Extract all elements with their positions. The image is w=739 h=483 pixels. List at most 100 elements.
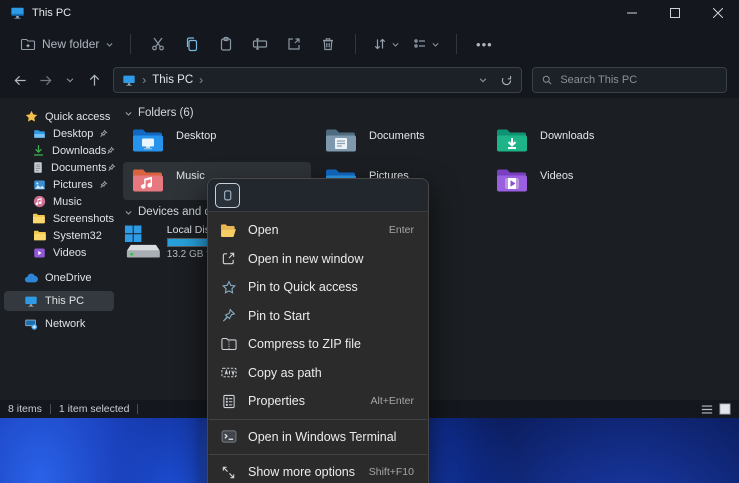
items-count: 8 items (8, 403, 42, 415)
folders-section-header[interactable]: Folders (6) (124, 107, 194, 119)
context-menu-list: Open Enter Open in new window Pin to Qui… (208, 212, 428, 483)
pin-icon (99, 129, 108, 138)
new-folder-button[interactable]: New folder (14, 32, 120, 56)
folder-tile-documents[interactable]: Documents (319, 122, 504, 160)
videos-icon (32, 246, 46, 260)
toolbar-divider (355, 34, 356, 54)
toolbar-divider (456, 34, 457, 54)
context-menu: Open Enter Open in new window Pin to Qui… (207, 178, 429, 483)
star-icon (24, 110, 38, 124)
copy-path-icon (220, 364, 237, 381)
pin-icon (99, 180, 108, 189)
menu-separator (209, 454, 427, 455)
tile-label: Music (176, 170, 205, 182)
sidebar-item-network[interactable]: Network (4, 314, 114, 334)
tile-label: Videos (540, 170, 573, 182)
open-folder-icon (220, 222, 237, 239)
recent-locations-button[interactable] (58, 67, 83, 93)
sidebar-item-label: Videos (53, 247, 86, 259)
local-disk-icon (123, 224, 162, 260)
sidebar-item-videos[interactable]: Videos (4, 244, 114, 261)
sidebar-item-label: Music (53, 196, 82, 208)
menu-item-compress-to-zip[interactable]: Compress to ZIP file (208, 330, 428, 359)
new-folder-icon (20, 36, 36, 52)
menu-item-label: Properties (248, 394, 305, 408)
sidebar-item-onedrive[interactable]: OneDrive (4, 268, 114, 288)
share-button[interactable] (277, 30, 311, 58)
more-options-button[interactable]: ••• (467, 30, 501, 58)
zip-icon (220, 336, 237, 353)
menu-item-open-in-windows-terminal[interactable]: Open in Windows Terminal (208, 423, 428, 452)
details-view-icon[interactable] (701, 404, 713, 415)
sidebar-item-pictures[interactable]: Pictures (4, 176, 114, 193)
back-button[interactable] (8, 67, 33, 93)
breadcrumb-item[interactable]: This PC (152, 74, 193, 86)
close-button[interactable] (696, 0, 739, 26)
window-title: This PC (32, 7, 71, 19)
sidebar-item-desktop[interactable]: Desktop (4, 125, 114, 142)
properties-icon (220, 393, 237, 410)
new-folder-label: New folder (42, 37, 99, 51)
forward-button[interactable] (33, 67, 58, 93)
folder-tile-desktop[interactable]: Desktop (126, 122, 311, 160)
sidebar-item-documents[interactable]: Documents (4, 159, 114, 176)
pin-icon (106, 146, 115, 155)
menu-item-copy-as-path[interactable]: Copy as path (208, 359, 428, 388)
command-toolbar: New folder (0, 26, 739, 62)
search-input[interactable] (560, 74, 718, 86)
view-button[interactable] (406, 30, 446, 58)
downloads-icon (32, 144, 45, 158)
toolbar-divider (130, 34, 131, 54)
sidebar-item-downloads[interactable]: Downloads (4, 142, 114, 159)
breadcrumb[interactable]: › This PC › (113, 67, 522, 93)
search-box[interactable] (532, 67, 727, 93)
folder-tile-downloads[interactable]: Downloads (490, 122, 675, 160)
minimize-button[interactable] (610, 0, 653, 26)
sidebar-item-label: Quick access (45, 111, 110, 123)
rename-button[interactable] (243, 30, 277, 58)
folder-icon (32, 229, 46, 243)
sidebar-item-system32[interactable]: System32 (4, 227, 114, 244)
pictures-icon (32, 178, 46, 192)
menu-item-label: Open in Windows Terminal (248, 430, 396, 444)
up-button[interactable] (82, 67, 107, 93)
maximize-button[interactable] (653, 0, 696, 26)
sidebar-item-label: Network (45, 318, 85, 330)
menu-item-label: Pin to Start (248, 309, 310, 323)
copy-action-button[interactable] (215, 183, 240, 208)
delete-button[interactable] (311, 30, 345, 58)
refresh-icon[interactable] (500, 74, 513, 87)
desktop-folder-icon (132, 127, 164, 154)
sidebar-item-quick-access[interactable]: Quick access (4, 108, 114, 125)
menu-item-label: Copy as path (248, 366, 322, 380)
address-dropdown-icon[interactable] (478, 75, 488, 85)
menu-item-show-more-options[interactable]: Show more options Shift+F10 (208, 458, 428, 483)
paste-button[interactable] (209, 30, 243, 58)
menu-item-shortcut: Shift+F10 (369, 466, 414, 478)
terminal-icon (220, 428, 237, 445)
sidebar-item-music[interactable]: Music (4, 193, 114, 210)
sidebar-item-this-pc[interactable]: This PC (4, 291, 114, 311)
status-divider (50, 404, 51, 414)
folder-tile-videos[interactable]: Videos (490, 162, 675, 200)
ellipsis-icon: ••• (476, 37, 493, 52)
selection-count: 1 item selected (59, 403, 130, 415)
menu-item-open[interactable]: Open Enter (208, 216, 428, 245)
sort-button[interactable] (366, 30, 406, 58)
menu-item-properties[interactable]: Properties Alt+Enter (208, 387, 428, 416)
sidebar-item-label: This PC (45, 295, 84, 307)
menu-item-open-in-new-window[interactable]: Open in new window (208, 245, 428, 274)
menu-item-label: Open in new window (248, 252, 363, 266)
sidebar-item-label: Documents (51, 162, 107, 174)
folder-icon (32, 212, 46, 226)
copy-button[interactable] (175, 30, 209, 58)
large-icons-view-icon[interactable] (719, 403, 731, 415)
menu-item-label: Show more options (248, 465, 355, 479)
menu-item-label: Compress to ZIP file (248, 337, 361, 351)
sidebar-item-label: Screenshots (53, 213, 114, 225)
menu-item-pin-to-start[interactable]: Pin to Start (208, 302, 428, 331)
sidebar-item-screenshots[interactable]: Screenshots (4, 210, 114, 227)
cut-button[interactable] (141, 30, 175, 58)
new-window-icon (220, 250, 237, 267)
menu-item-pin-to-quick-access[interactable]: Pin to Quick access (208, 273, 428, 302)
